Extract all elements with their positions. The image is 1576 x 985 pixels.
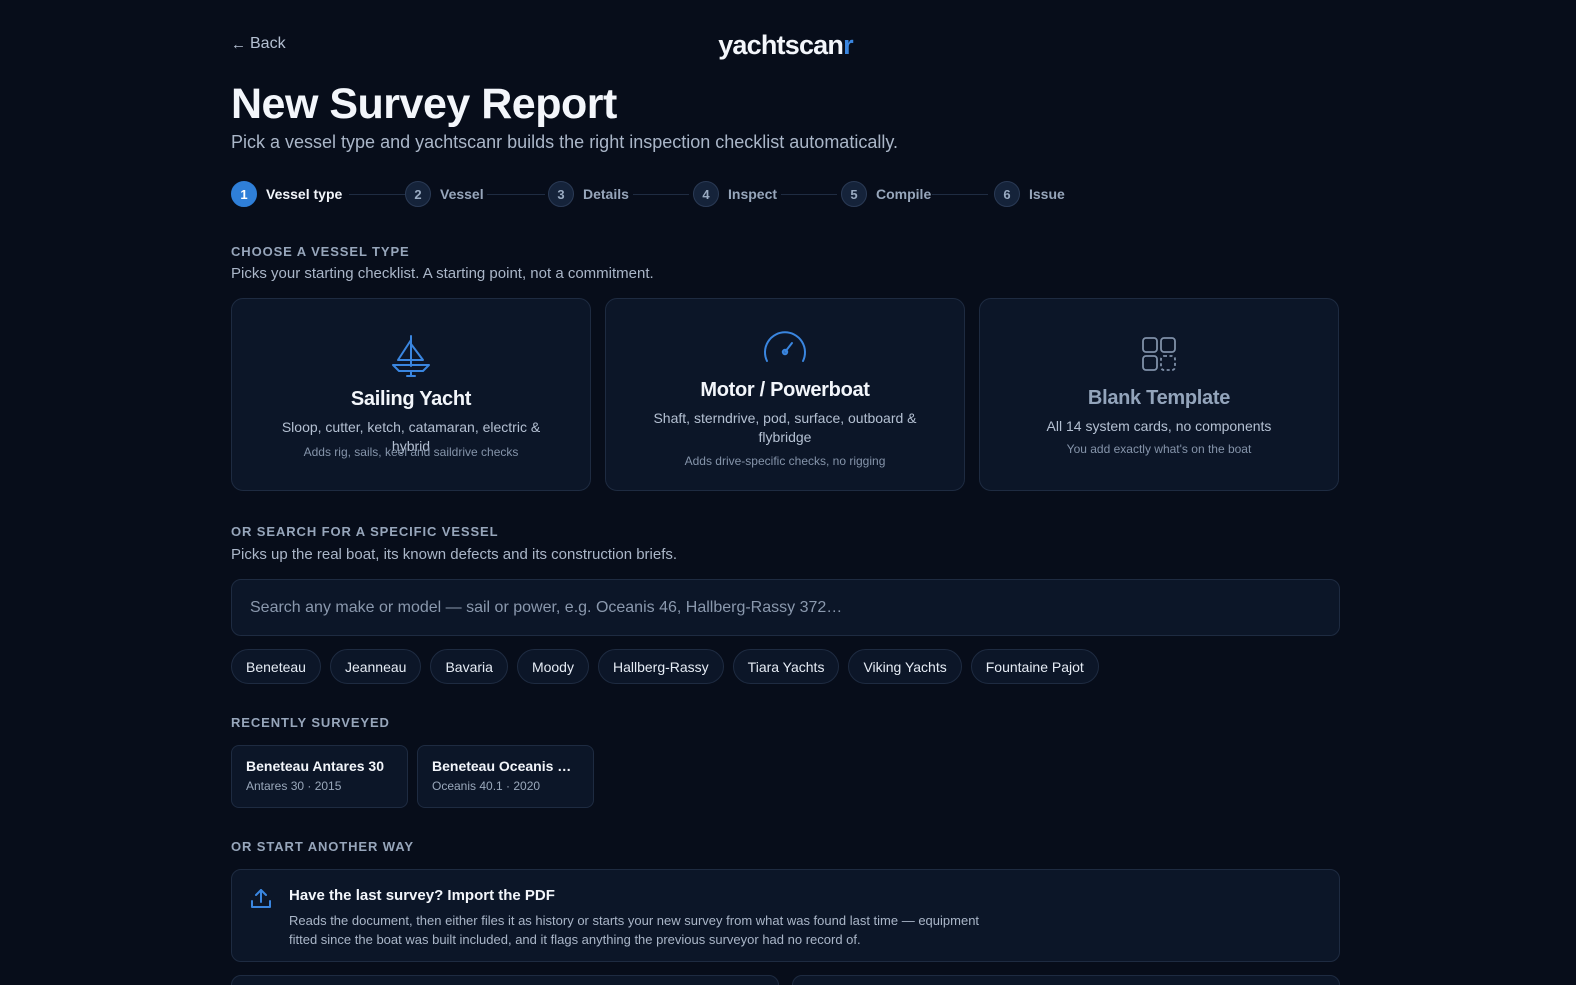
section-desc-search: Picks up the real boat, its known defect… xyxy=(231,546,678,563)
section-desc-vessel-type: Picks your starting checklist. A startin… xyxy=(231,265,654,282)
start-option-card[interactable] xyxy=(792,975,1340,985)
step-number: 5 xyxy=(841,181,867,207)
progress-stepper: 1 Vessel type 2 Vessel 3 Details 4 Inspe… xyxy=(231,181,1131,209)
step-inspect[interactable]: 4 Inspect xyxy=(693,181,777,207)
recent-vessel-card[interactable]: Beneteau Antares 30 Antares 30 · 2015 xyxy=(231,745,408,808)
vessel-search xyxy=(231,579,1340,636)
step-compile[interactable]: 5 Compile xyxy=(841,181,931,207)
recent-vessel-card[interactable]: Beneteau Oceanis 4… Oceanis 40.1 · 2020 xyxy=(417,745,594,808)
step-connector xyxy=(781,194,837,195)
brand-chips: Beneteau Jeanneau Bavaria Moody Hallberg… xyxy=(231,649,1099,684)
vessel-type-card-sailing[interactable]: Sailing Yacht Sloop, cutter, ketch, cata… xyxy=(231,298,591,491)
vessel-type-card-blank[interactable]: Blank Template All 14 system cards, no c… xyxy=(979,298,1339,491)
recent-vessel-title: Beneteau Oceanis 4… xyxy=(432,758,579,774)
gauge-icon xyxy=(606,329,964,363)
card-title: Motor / Powerboat xyxy=(700,379,870,401)
brand-chip-jeanneau[interactable]: Jeanneau xyxy=(329,649,422,684)
step-vessel-type[interactable]: 1 Vessel type xyxy=(231,181,342,207)
step-label: Inspect xyxy=(728,186,778,202)
step-details[interactable]: 3 Details xyxy=(548,181,629,207)
import-title: Have the last survey? Import the PDF xyxy=(289,887,555,904)
step-label: Issue xyxy=(1029,186,1065,202)
card-note: You add exactly what's on the boat xyxy=(1066,442,1252,456)
recent-vessel-subtitle: Antares 30 · 2015 xyxy=(246,779,342,793)
section-label-recent: Recently surveyed xyxy=(231,715,390,730)
page-root: ← Back yachtscanr New Survey Report Pick… xyxy=(0,0,1576,985)
grid-icon xyxy=(980,336,1338,372)
step-connector xyxy=(487,194,545,195)
brand-chip-hallberg-rassy[interactable]: Hallberg-Rassy xyxy=(597,649,724,684)
logo[interactable]: yachtscanr xyxy=(231,30,1340,61)
page-title: New Survey Report xyxy=(231,80,617,128)
brand-chip-tiara-yachts[interactable]: Tiara Yachts xyxy=(732,649,840,684)
sailboat-icon xyxy=(232,334,590,378)
section-label-other: Or start another way xyxy=(231,839,414,854)
step-number: 3 xyxy=(548,181,574,207)
step-label: Vessel xyxy=(440,186,484,202)
logo-accent: r xyxy=(843,30,853,60)
step-connector xyxy=(349,194,405,195)
step-vessel[interactable]: 2 Vessel xyxy=(405,181,484,207)
start-option-card[interactable] xyxy=(231,975,779,985)
upload-icon xyxy=(250,887,272,914)
step-label: Vessel type xyxy=(266,186,343,202)
step-connector xyxy=(633,194,689,195)
brand-chip-beneteau[interactable]: Beneteau xyxy=(231,649,321,684)
top-bar: ← Back yachtscanr xyxy=(231,30,1340,60)
brand-chip-fountaine-pajot[interactable]: Fountaine Pajot xyxy=(970,649,1099,684)
step-number: 4 xyxy=(693,181,719,207)
step-connector xyxy=(932,194,988,195)
section-label-vessel-type: Choose a vessel type xyxy=(231,244,410,259)
step-issue[interactable]: 6 Issue xyxy=(994,181,1065,207)
step-number: 1 xyxy=(231,181,257,207)
vessel-type-card-motor[interactable]: Motor / Powerboat Shaft, sterndrive, pod… xyxy=(605,298,965,491)
page-subtitle: Pick a vessel type and yachtscanr builds… xyxy=(231,132,898,152)
import-description: Reads the document, then either files it… xyxy=(289,913,980,947)
card-note: Adds rig, sails, keel and saildrive chec… xyxy=(303,445,519,459)
step-number: 6 xyxy=(994,181,1020,207)
brand-chip-viking-yachts[interactable]: Viking Yachts xyxy=(848,649,962,684)
recent-vessel-title: Beneteau Antares 30 xyxy=(246,758,384,774)
section-label-search: Or search for a specific vessel xyxy=(231,524,499,539)
card-title: Blank Template xyxy=(1087,387,1231,409)
card-description: All 14 system cards, no components xyxy=(1046,418,1272,434)
vessel-search-input[interactable] xyxy=(232,580,1339,635)
brand-chip-bavaria[interactable]: Bavaria xyxy=(430,649,508,684)
recent-vessel-subtitle: Oceanis 40.1 · 2020 xyxy=(432,779,541,793)
step-label: Compile xyxy=(876,186,932,202)
step-label: Details xyxy=(583,186,629,202)
step-number: 2 xyxy=(405,181,431,207)
logo-main: yachtscan xyxy=(718,30,844,60)
card-description: Shaft, sterndrive, pod, surface, outboar… xyxy=(653,410,917,445)
brand-chip-moody[interactable]: Moody xyxy=(516,649,589,684)
import-pdf-card[interactable]: Have the last survey? Import the PDF Rea… xyxy=(231,869,1340,962)
card-note: Adds drive-specific checks, no rigging xyxy=(684,454,886,468)
card-title: Sailing Yacht xyxy=(350,388,472,410)
